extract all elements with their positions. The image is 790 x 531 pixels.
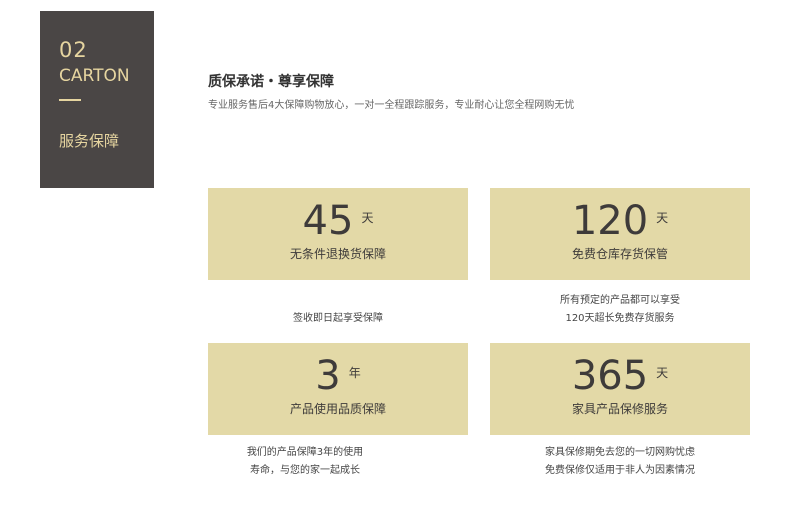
- desc-line: 家具保修期免去您的一切网购忧虑: [545, 447, 695, 458]
- card-description-storage: 所有预定的产品都可以享受 120天超长免费存货服务: [490, 292, 750, 328]
- card-label: 免费仓库存货保管: [571, 247, 668, 261]
- card-unit: 天: [656, 211, 669, 225]
- section-number: 02: [59, 38, 88, 62]
- guarantee-card-return: 45 天 无条件退换货保障: [208, 188, 468, 280]
- card-label: 无条件退换货保障: [289, 247, 386, 261]
- card-value: 3: [315, 353, 341, 399]
- desc-line: 寿命，与您的家一起成长: [250, 465, 360, 476]
- card-unit: 年: [348, 366, 361, 380]
- guarantee-card-repair: 365 天 家具产品保修服务: [490, 343, 750, 435]
- card-description-return: 签收即日起享受保障: [208, 310, 468, 328]
- desc-line: 免费保修仅适用于非人为因素情况: [545, 465, 695, 476]
- desc-line: 120天超长免费存货服务: [565, 313, 675, 324]
- card-value: 120: [571, 198, 649, 244]
- card-unit: 天: [656, 366, 669, 380]
- card-unit: 天: [361, 211, 374, 225]
- badge-divider: [59, 99, 81, 101]
- card-label: 产品使用品质保障: [289, 402, 386, 416]
- page-heading: 质保承诺・尊享保障: [208, 74, 334, 90]
- card-label: 家具产品保修服务: [571, 402, 668, 416]
- page-subheading: 专业服务售后4大保障购物放心，一对一全程跟踪服务，专业耐心让您全程网购无忧: [208, 100, 575, 111]
- card-description-quality: 我们的产品保障3年的使用 寿命，与您的家一起成长: [175, 444, 435, 480]
- desc-line: 所有预定的产品都可以享受: [560, 295, 680, 306]
- desc-line: 我们的产品保障3年的使用: [246, 447, 364, 458]
- guarantee-card-quality: 3年 产品使用品质保障: [208, 343, 468, 435]
- guarantee-card-storage: 120 天 免费仓库存货保管: [490, 188, 750, 280]
- section-badge: 02 CARTON 服务保障: [40, 11, 154, 188]
- card-description-repair: 家具保修期免去您的一切网购忧虑 免费保修仅适用于非人为因素情况: [490, 444, 750, 480]
- section-english-title: CARTON: [59, 66, 130, 86]
- desc-line: 签收即日起享受保障: [293, 313, 383, 324]
- section-chinese-title: 服务保障: [59, 132, 120, 150]
- card-value: 365: [571, 353, 649, 399]
- card-value: 45: [302, 198, 354, 244]
